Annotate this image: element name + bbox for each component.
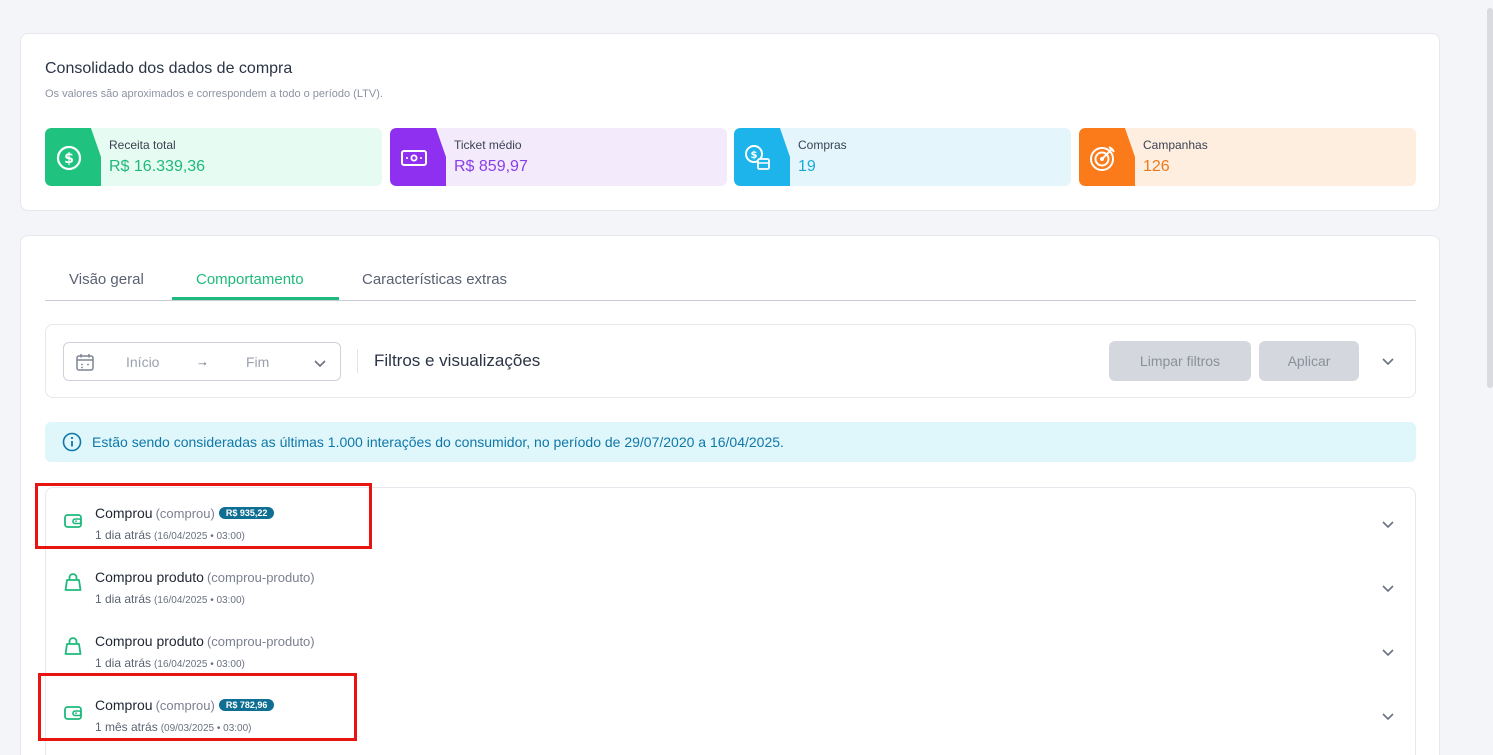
info-banner-text: Estão sendo consideradas as últimas 1.00… <box>92 434 784 450</box>
calendar-icon <box>76 354 94 371</box>
dollar-calendar-icon: $ <box>745 145 770 170</box>
summary-subtitle: Os valores são aproximados e corresponde… <box>45 88 383 100</box>
chevron-down-icon[interactable] <box>1380 353 1396 369</box>
filter-title: Filtros e visualizações <box>374 351 541 370</box>
clear-filters-button[interactable]: Limpar filtros <box>1109 341 1251 381</box>
stat-purchases-icon-box: $ <box>734 128 790 186</box>
stat-campaigns-icon-box <box>1079 128 1135 186</box>
stat-average-ticket: Ticket médio R$ 859,97 <box>390 128 727 186</box>
target-icon <box>1090 146 1115 171</box>
scrollbar-thumb[interactable] <box>1487 8 1493 388</box>
info-banner: Estão sendo consideradas as últimas 1.00… <box>45 422 1416 462</box>
chevron-down-icon[interactable] <box>1380 580 1396 596</box>
end-date-input[interactable]: Fim <box>246 354 269 370</box>
event-time-line: 1 dia atrás (16/04/2025 • 03:00) <box>95 592 245 606</box>
date-range-picker[interactable]: Início → Fim <box>63 342 341 381</box>
arrow-right-icon: → <box>196 354 209 369</box>
stat-label: Campanhas <box>1143 138 1208 152</box>
event-title-line: Comprou produto (comprou-produto) <box>95 633 315 649</box>
summary-title: Consolidado dos dados de compra <box>45 60 293 77</box>
stat-value: 126 <box>1143 158 1170 175</box>
stat-purchases: $ Compras 19 <box>734 128 1071 186</box>
event-date: (16/04/2025 • 03:00) <box>154 595 245 606</box>
tab-overview[interactable]: Visão geral <box>69 271 144 288</box>
timeline-event[interactable]: Comprou produto (comprou-produto) 1 dia a… <box>46 616 1415 680</box>
stat-total-revenue: $ Receita total R$ 16.339,36 <box>45 128 382 186</box>
info-icon <box>62 432 82 452</box>
shopping-bag-icon <box>64 573 82 591</box>
event-date: (16/04/2025 • 03:00) <box>154 659 245 670</box>
start-date-input[interactable]: Início <box>126 354 159 370</box>
chevron-down-icon[interactable] <box>1380 644 1396 660</box>
svg-text:$: $ <box>751 150 758 161</box>
money-bill-icon <box>401 150 427 166</box>
filter-bar: Início → Fim Filtros e visualizações Lim… <box>45 324 1416 398</box>
svg-text:$: $ <box>64 151 74 167</box>
stat-campaigns: Campanhas 126 <box>1079 128 1416 186</box>
stat-value: R$ 859,97 <box>454 158 528 175</box>
purchase-summary-card: Consolidado dos dados de compra Os valor… <box>20 33 1440 211</box>
event-title: Comprou produto <box>95 633 204 649</box>
stat-label: Compras <box>798 138 847 152</box>
event-slug: (comprou-produto) <box>206 634 315 649</box>
stat-label: Receita total <box>109 138 176 152</box>
event-relative-time: 1 dia atrás <box>95 656 152 670</box>
event-relative-time: 1 dia atrás <box>95 592 152 606</box>
stat-value: 19 <box>798 158 816 175</box>
shopping-bag-icon <box>64 637 82 655</box>
tab-bar: Visão geral Comportamento Característica… <box>45 266 1416 301</box>
chevron-down-icon[interactable] <box>1380 708 1396 724</box>
highlight-box <box>35 483 372 549</box>
stat-label: Ticket médio <box>454 138 522 152</box>
highlight-box <box>38 673 357 741</box>
active-tab-indicator <box>172 297 339 300</box>
apply-filters-button[interactable]: Aplicar <box>1259 341 1359 381</box>
filter-divider <box>357 349 358 373</box>
stat-total-revenue-icon-box: $ <box>45 128 101 186</box>
tab-extra-characteristics[interactable]: Características extras <box>362 271 507 288</box>
chevron-down-icon[interactable] <box>312 355 328 371</box>
dollar-circle-icon: $ <box>56 145 82 171</box>
event-time-line: 1 dia atrás (16/04/2025 • 03:00) <box>95 656 245 670</box>
chevron-down-icon[interactable] <box>1380 516 1396 532</box>
event-title-line: Comprou produto (comprou-produto) <box>95 569 315 585</box>
stat-value: R$ 16.339,36 <box>109 158 206 175</box>
tab-behavior[interactable]: Comportamento <box>196 271 304 288</box>
event-slug: (comprou-produto) <box>206 570 315 585</box>
event-title: Comprou produto <box>95 569 204 585</box>
timeline-event[interactable]: Comprou produto (comprou-produto) 1 dia a… <box>46 552 1415 616</box>
page-scrollbar[interactable] <box>1487 0 1493 755</box>
stat-average-ticket-icon-box <box>390 128 446 186</box>
